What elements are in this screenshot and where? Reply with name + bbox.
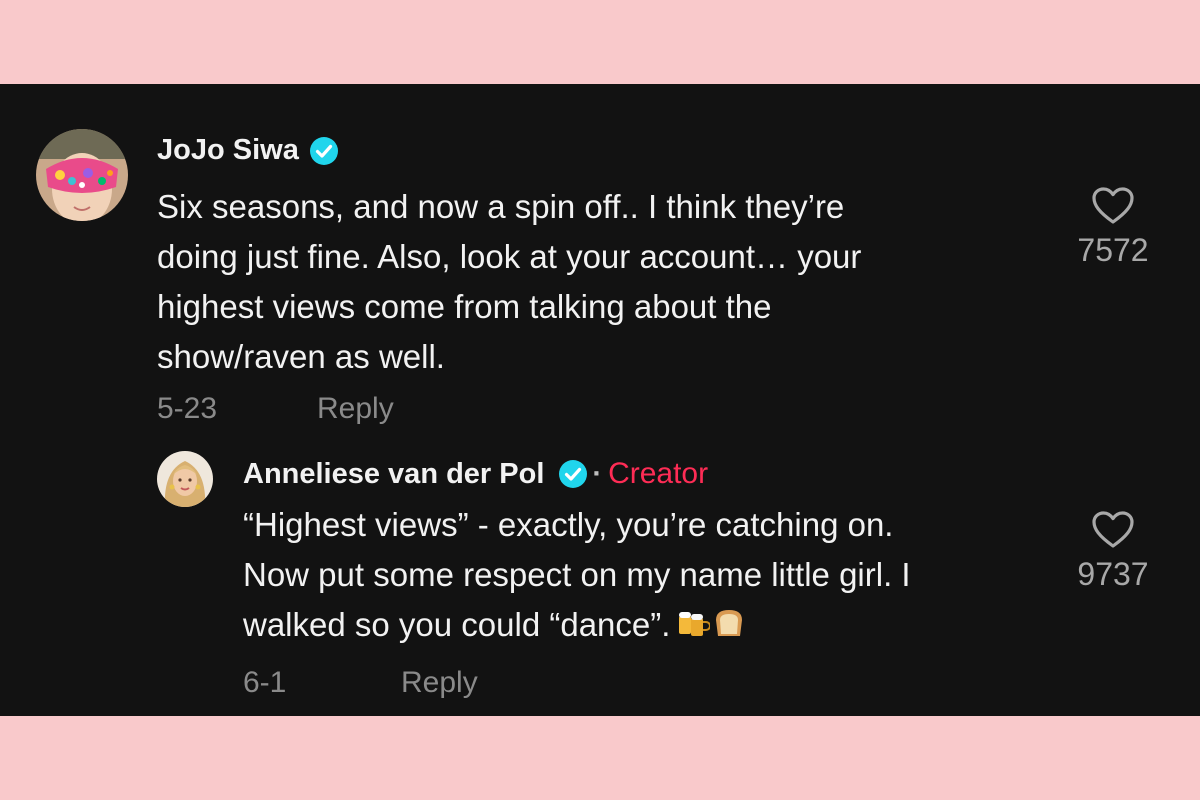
creator-badge: Creator xyxy=(608,457,709,490)
heart-outline-icon[interactable] xyxy=(1063,186,1163,226)
heart-outline-icon[interactable] xyxy=(1063,510,1163,550)
bread-emoji xyxy=(712,606,746,640)
comment-line-with-emoji: walked so you could “dance”. xyxy=(243,600,911,650)
reply-button[interactable]: Reply xyxy=(401,666,478,700)
beer-mugs-emoji xyxy=(676,606,711,640)
like-count: 9737 xyxy=(1077,556,1149,592)
comments-panel: JoJo Siwa Six seasons, and now a spin of… xyxy=(0,84,1200,716)
avatar[interactable] xyxy=(157,451,213,507)
comment-date: 6-1 xyxy=(243,666,287,699)
comment-username[interactable]: JoJo Siwa xyxy=(157,134,339,167)
username-text[interactable]: Anneliese van der Pol xyxy=(243,458,544,491)
comment-line: doing just fine. Also, look at your acco… xyxy=(157,238,862,275)
like-button[interactable]: 7572 xyxy=(1063,186,1163,269)
separator-dot: · xyxy=(592,457,603,490)
comment-line: Six seasons, and now a spin off.. I thin… xyxy=(157,188,845,225)
comment-text: Six seasons, and now a spin off.. I thin… xyxy=(157,182,861,382)
comment-line: show/raven as well. xyxy=(157,338,445,375)
comment-username[interactable]: Anneliese van der Pol · Creator xyxy=(243,457,708,491)
bottom-pink-band xyxy=(0,716,1200,800)
username-text[interactable]: JoJo Siwa xyxy=(157,134,299,167)
like-count: 7572 xyxy=(1077,232,1149,268)
comment-line: “Highest views” - exactly, you’re catchi… xyxy=(243,506,894,543)
avatar[interactable] xyxy=(36,129,128,221)
reply-button[interactable]: Reply xyxy=(317,392,394,426)
comment-date: 5-23 xyxy=(157,392,218,425)
comment-text: “Highest views” - exactly, you’re catchi… xyxy=(243,500,911,650)
comment-line: walked so you could “dance”. xyxy=(243,606,671,643)
comment-line: Now put some respect on my name little g… xyxy=(243,556,911,593)
verified-badge-icon xyxy=(309,136,339,166)
comment-line: highest views come from talking about th… xyxy=(157,288,772,325)
verified-badge-icon xyxy=(558,459,588,489)
top-pink-band xyxy=(0,0,1200,84)
like-button[interactable]: 9737 xyxy=(1063,510,1163,593)
